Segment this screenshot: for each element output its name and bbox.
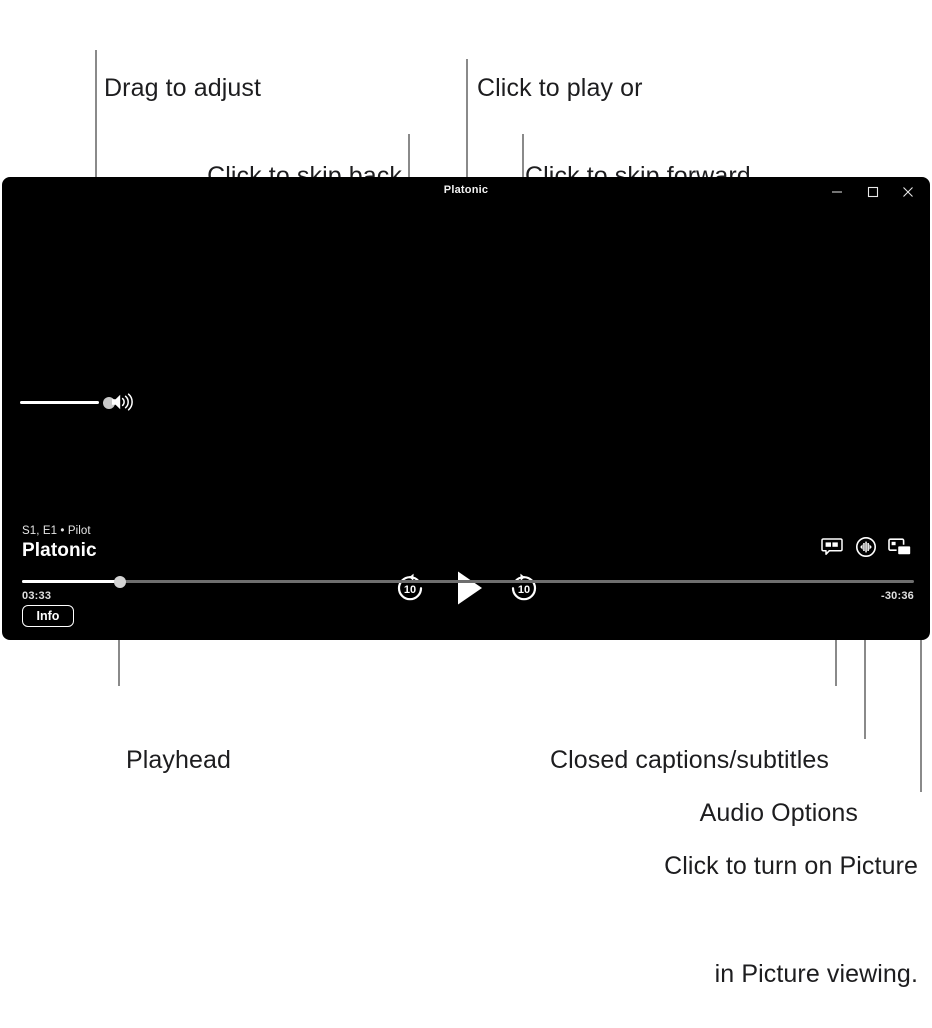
annotation-playhead-line-1: Playhead <box>126 746 232 774</box>
maximize-button[interactable] <box>858 181 888 203</box>
audio-options-icon <box>856 537 876 557</box>
skip-forward-10-button[interactable]: 10 <box>500 564 548 612</box>
close-icon <box>903 187 913 197</box>
transport-controls: 10 10 <box>2 564 930 612</box>
volume-button[interactable] <box>110 393 140 416</box>
volume-track[interactable] <box>20 401 99 404</box>
picture-in-picture-button[interactable] <box>888 535 912 559</box>
annotation-picture-in-picture: Click to turn on Picture in Picture view… <box>430 776 918 1028</box>
close-button[interactable] <box>893 181 923 203</box>
playback-options <box>820 535 912 559</box>
video-player-window: Platonic 10 10 S1, E1 • Pilot Platonic 0… <box>2 177 930 640</box>
playhead-knob[interactable] <box>114 575 126 588</box>
scrubber[interactable] <box>22 575 914 588</box>
volume-control[interactable] <box>20 393 140 411</box>
maximize-icon <box>867 186 879 198</box>
speaker-wave-icon <box>112 393 133 411</box>
title-bar: Platonic <box>2 177 930 207</box>
remaining-time: -30:36 <box>881 590 914 602</box>
annotation-pip-line-2: in Picture viewing. <box>714 960 918 988</box>
closed-captions-icon <box>821 538 843 555</box>
scrubber-track[interactable] <box>22 580 914 583</box>
window-title: Platonic <box>443 184 489 196</box>
audio-options-button[interactable] <box>854 535 878 559</box>
info-button[interactable]: Info <box>22 605 74 627</box>
minimize-button[interactable] <box>822 181 852 203</box>
minimize-icon <box>832 191 842 193</box>
program-title: Platonic <box>22 540 97 561</box>
closed-captions-button[interactable] <box>820 535 844 559</box>
elapsed-time: 03:33 <box>22 590 52 602</box>
picture-in-picture-icon <box>888 538 912 556</box>
annotation-playhead: Playhead <box>126 670 231 814</box>
play-triangle-icon <box>458 571 482 605</box>
program-metadata: S1, E1 • Pilot Platonic <box>22 525 97 562</box>
annotation-pip-line-1: Click to turn on Picture <box>664 852 918 880</box>
episode-label: S1, E1 • Pilot <box>22 525 91 537</box>
play-pause-button[interactable] <box>444 564 492 612</box>
skip-back-10-button[interactable]: 10 <box>386 564 434 612</box>
scrubber-progress <box>22 580 119 583</box>
